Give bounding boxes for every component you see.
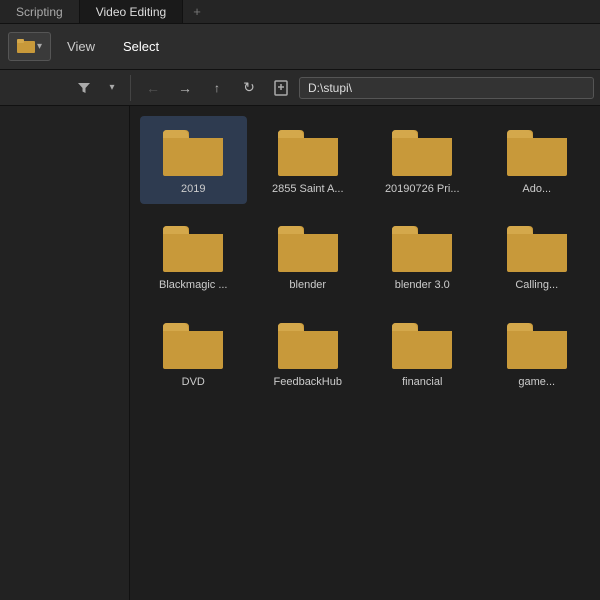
sidebar [0, 106, 130, 600]
bookmark-button[interactable] [267, 75, 295, 101]
tab-bar: Scripting Video Editing + [0, 0, 600, 24]
file-item-calling[interactable]: Calling... [484, 212, 591, 300]
folder-icon-2855 [276, 124, 340, 178]
file-label-calling: Calling... [515, 278, 558, 292]
folder-icon-2019 [161, 124, 225, 178]
folder-icon-calling [505, 220, 569, 274]
file-label-game: game... [518, 375, 555, 389]
tab-add-icon: + [193, 4, 201, 19]
file-label-dvd: DVD [182, 375, 205, 389]
file-label-blackmagic: Blackmagic ... [159, 278, 227, 292]
up-button[interactable]: ↑ [203, 75, 231, 101]
file-item-financial[interactable]: financial [369, 309, 476, 397]
file-label-blender: blender [289, 278, 326, 292]
tab-scripting[interactable]: Scripting [0, 0, 80, 23]
back-icon: ← [146, 80, 160, 96]
menu-view[interactable]: View [55, 33, 107, 60]
forward-icon: → [178, 80, 192, 96]
folder-dropdown-arrow: ▾ [37, 41, 42, 52]
refresh-button[interactable]: ↻ [235, 75, 263, 101]
tab-add-button[interactable]: + [183, 0, 211, 23]
tab-video-editing-label: Video Editing [96, 5, 167, 19]
file-label-2855: 2855 Saint A... [272, 182, 344, 196]
file-item-2019[interactable]: 2019 [140, 116, 247, 204]
file-item-blender-30[interactable]: blender 3.0 [369, 212, 476, 300]
back-button[interactable]: ← [139, 75, 167, 101]
folder-icon-blackmagic [161, 220, 225, 274]
file-item-2855[interactable]: 2855 Saint A... [255, 116, 362, 204]
address-bar[interactable]: D:\stupi\ [299, 77, 594, 99]
file-label-feedbackhub: FeedbackHub [274, 375, 343, 389]
file-item-20190726[interactable]: 20190726 Pri... [369, 116, 476, 204]
refresh-icon: ↻ [243, 79, 255, 96]
tab-video-editing[interactable]: Video Editing [80, 0, 184, 23]
folder-icon-financial [390, 317, 454, 371]
menu-view-label: View [67, 39, 95, 54]
toolbar-left: ▾ [6, 75, 131, 101]
menu-bar: ▾ View Select [0, 24, 600, 70]
folder-icon-ado [505, 124, 569, 178]
file-label-ado: Ado... [522, 182, 551, 196]
file-item-game[interactable]: game... [484, 309, 591, 397]
folder-icon-game [505, 317, 569, 371]
tab-scripting-label: Scripting [16, 5, 63, 19]
folder-icon [17, 37, 35, 56]
file-item-dvd[interactable]: DVD [140, 309, 247, 397]
file-label-blender-30: blender 3.0 [395, 278, 450, 292]
menu-select-label: Select [123, 39, 159, 54]
file-label-financial: financial [402, 375, 442, 389]
toolbar: ▾ ← → ↑ ↻ D:\stupi\ [0, 70, 600, 106]
file-label-20190726: 20190726 Pri... [385, 182, 460, 196]
menu-select[interactable]: Select [111, 33, 171, 60]
folder-icon-dvd [161, 317, 225, 371]
file-item-blender[interactable]: blender [255, 212, 362, 300]
file-item-ado[interactable]: Ado... [484, 116, 591, 204]
filter-button[interactable] [70, 75, 98, 101]
filter-dropdown-button[interactable]: ▾ [98, 75, 126, 101]
file-item-feedbackhub[interactable]: FeedbackHub [255, 309, 362, 397]
folder-icon-feedbackhub [276, 317, 340, 371]
forward-button[interactable]: → [171, 75, 199, 101]
file-grid: 2019 2855 Saint A... 20190726 Pri... [130, 106, 600, 600]
folder-icon-blender [276, 220, 340, 274]
file-item-blackmagic[interactable]: Blackmagic ... [140, 212, 247, 300]
up-icon: ↑ [214, 81, 220, 95]
file-label-2019: 2019 [181, 182, 205, 196]
main-layout: 2019 2855 Saint A... 20190726 Pri... [0, 106, 600, 600]
folder-menu-button[interactable]: ▾ [8, 32, 51, 61]
folder-icon-blender-30 [390, 220, 454, 274]
folder-icon-20190726 [390, 124, 454, 178]
address-text: D:\stupi\ [308, 81, 352, 95]
